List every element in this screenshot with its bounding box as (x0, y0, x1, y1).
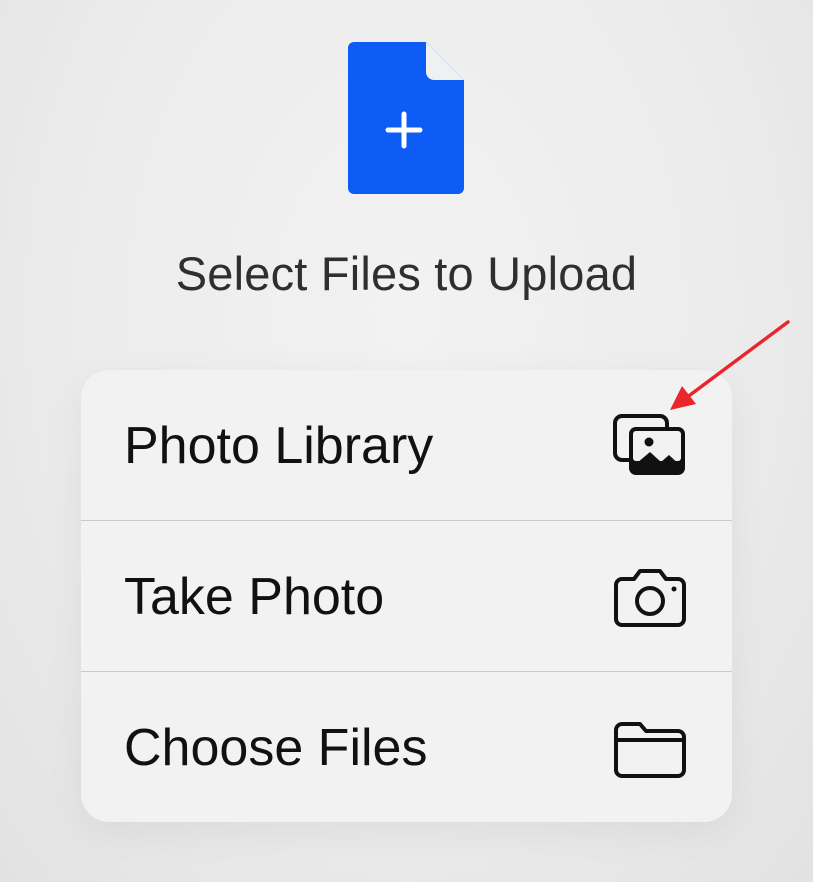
menu-item-photo-library[interactable]: Photo Library (81, 370, 732, 520)
photo-library-icon (613, 414, 685, 475)
camera-icon (614, 569, 686, 627)
annotation-arrow-icon (670, 320, 790, 410)
folder-icon (614, 722, 686, 778)
file-plus-icon (348, 42, 464, 194)
menu-item-label: Take Photo (124, 568, 385, 626)
menu-item-label: Photo Library (124, 417, 434, 475)
menu-item-choose-files[interactable]: Choose Files (81, 672, 732, 822)
menu-item-take-photo[interactable]: Take Photo (81, 521, 732, 671)
page-title: Select Files to Upload (175, 247, 638, 300)
upload-options-menu: Photo Library Take Photo Choose Files (81, 370, 732, 822)
menu-item-label: Choose Files (124, 719, 428, 777)
